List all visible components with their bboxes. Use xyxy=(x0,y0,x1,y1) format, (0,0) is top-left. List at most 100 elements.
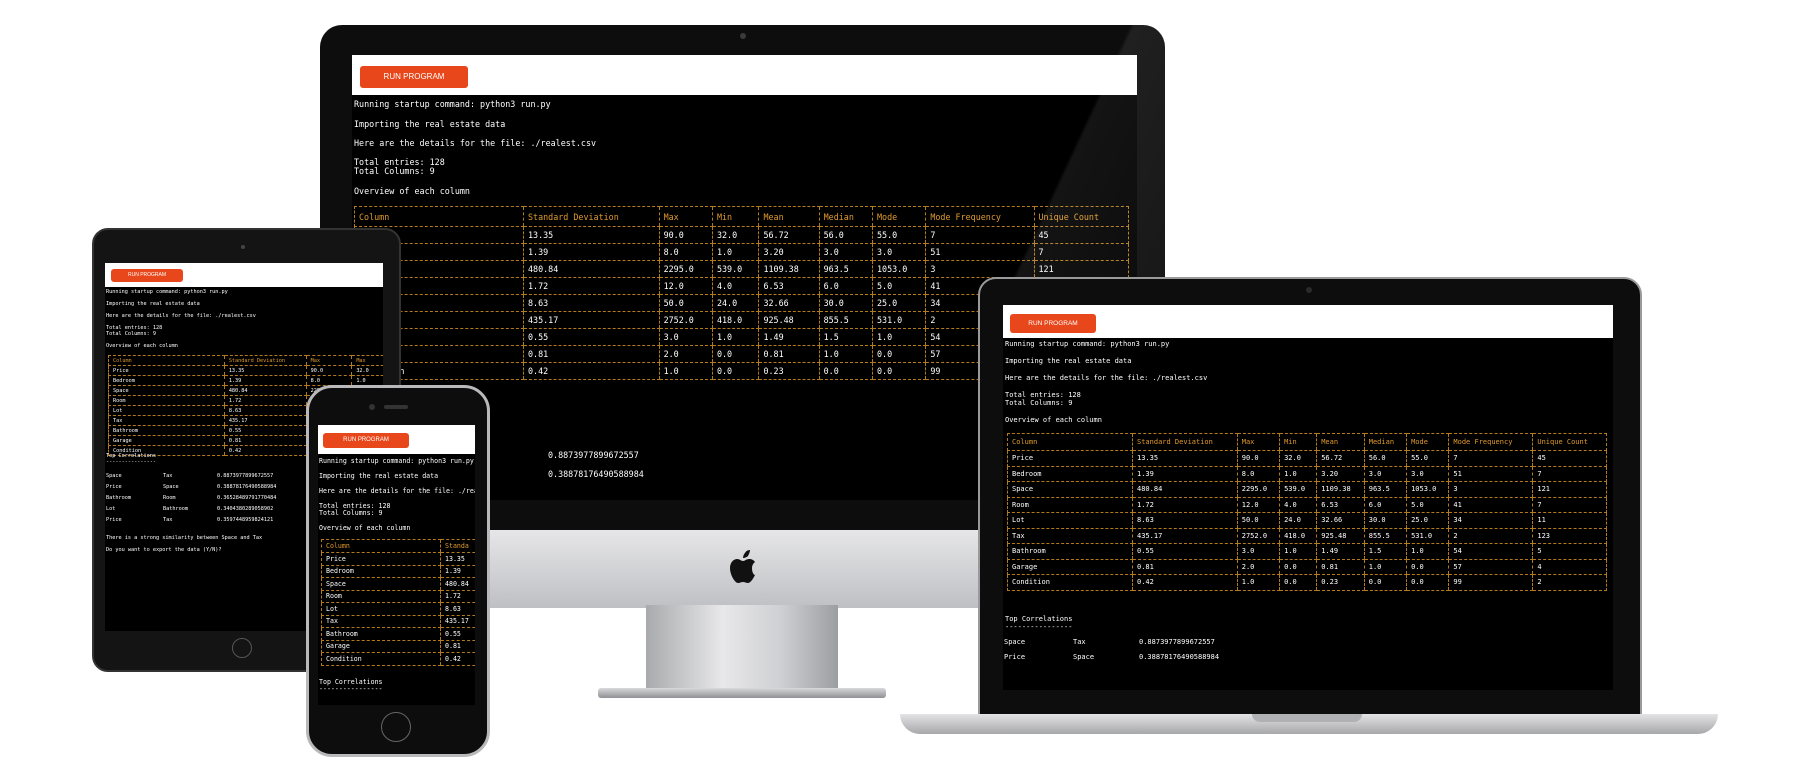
value-cell: 0.42 xyxy=(1132,574,1238,591)
run-program-button[interactable]: RUN PROGRAM xyxy=(360,66,468,88)
run-program-button[interactable]: RUN PROGRAM xyxy=(111,269,183,282)
value-cell: 99 xyxy=(1448,574,1533,591)
value-cell: 2295.0 xyxy=(658,260,713,278)
value-cell: 123 xyxy=(1532,528,1607,544)
row-label-cell: Price xyxy=(1007,450,1133,467)
value-cell: 4.0 xyxy=(1279,497,1317,513)
imac-foot xyxy=(598,688,886,698)
value-cell: 531.0 xyxy=(1406,528,1449,544)
table-row: Lot8.6350.024.032.6630.025.03411 xyxy=(1007,512,1607,529)
iphone-home-button xyxy=(381,712,411,742)
table-row: Price 13.35 xyxy=(321,552,475,566)
value-cell: 1.0 xyxy=(1279,543,1317,560)
terminal-line: Overview of each column xyxy=(354,186,470,196)
terminal-line: Importing the real estate data xyxy=(106,301,200,307)
value-cell: 0.23 xyxy=(1316,574,1365,591)
value-cell: 1.5 xyxy=(818,328,873,346)
row-label-cell: Bathroom xyxy=(1007,543,1133,560)
value-cell: 3.20 xyxy=(1316,466,1365,482)
value-cell: 480.84 xyxy=(1132,481,1238,498)
terminal-line: Total Columns: 9 xyxy=(1005,399,1073,407)
iphone-speaker xyxy=(384,405,408,409)
value-cell: 34 xyxy=(1448,512,1533,529)
value-cell: 32.66 xyxy=(758,294,820,312)
table-header-row: Column Standard Deviation Max Min Mean M… xyxy=(1007,433,1607,451)
row-label-cell: Garage xyxy=(321,640,441,653)
terminal[interactable]: Running startup command: python3 run.py … xyxy=(1003,338,1613,690)
value-cell: 90.0 xyxy=(1236,450,1280,467)
row-label-cell: Space xyxy=(108,385,225,396)
value-cell: 1.0 xyxy=(1363,559,1407,575)
row-label-cell: Space xyxy=(1007,481,1133,498)
value-cell: 13.35 xyxy=(523,226,660,244)
terminal-line: Running startup command: python3 run.py xyxy=(106,289,228,295)
value-cell: 8.0 xyxy=(305,375,352,386)
run-program-button[interactable]: RUN PROGRAM xyxy=(1010,314,1096,333)
correlation-column: Price xyxy=(106,517,122,523)
value-cell: 1.39 xyxy=(523,243,660,261)
value-cell: 32.0 xyxy=(351,365,383,376)
value-cell: 12.0 xyxy=(658,277,713,295)
value-cell: 1109.38 xyxy=(1316,481,1365,498)
value-cell: 57 xyxy=(1448,559,1533,575)
value-cell: 6.53 xyxy=(758,277,820,295)
value-cell: 8.63 xyxy=(440,602,475,616)
header-cell: Mean xyxy=(1316,433,1365,451)
value-cell: 1.72 xyxy=(440,590,475,603)
correlation-value: 0.8873977899672557 xyxy=(1139,638,1215,646)
value-cell: 1.39 xyxy=(440,565,475,578)
value-cell: 0.0 xyxy=(871,345,926,363)
value-cell: 963.5 xyxy=(1363,481,1407,498)
value-cell: 56.0 xyxy=(1363,450,1407,467)
row-label-cell: Space xyxy=(321,577,441,591)
terminal-line: Overview of each column xyxy=(319,524,411,532)
iphone-screen: RUN PROGRAM Running startup command: pyt… xyxy=(318,425,475,705)
correlation-value: 0.3597448959824121 xyxy=(217,517,274,523)
header-cell: Max xyxy=(658,206,713,227)
value-cell: 418.0 xyxy=(1279,528,1317,544)
value-cell: 2 xyxy=(1532,574,1607,591)
value-cell: 435.17 xyxy=(1132,528,1238,544)
value-cell: 51 xyxy=(1448,466,1533,482)
terminal[interactable]: Running startup command: python3 run.py … xyxy=(318,454,475,705)
value-cell: 539.0 xyxy=(711,260,759,278)
correlation-column: Room xyxy=(163,495,176,501)
header-cell: Max xyxy=(1236,433,1280,451)
value-cell: 0.0 xyxy=(1406,574,1449,591)
value-cell: 3.0 xyxy=(871,243,926,261)
value-cell: 963.5 xyxy=(818,260,873,278)
value-cell: 30.0 xyxy=(818,294,873,312)
terminal-line: Running startup command: python3 run.py xyxy=(354,99,551,109)
value-cell: 4 xyxy=(1532,559,1607,575)
value-cell: 1.49 xyxy=(758,328,820,346)
value-cell: 0.42 xyxy=(440,652,475,666)
value-cell: 4.0 xyxy=(711,277,759,295)
run-program-button[interactable]: RUN PROGRAM xyxy=(323,433,409,448)
row-label-cell: Condition xyxy=(321,652,441,666)
row-label-cell: Bedroom xyxy=(108,375,225,386)
table-row: Tax435.172752.0418.0925.48855.5531.02123 xyxy=(1007,528,1607,544)
terminal-line: Here are the details for the file: ./rea… xyxy=(319,487,475,495)
value-cell: 2295.0 xyxy=(1236,481,1280,498)
value-cell: 121 xyxy=(1532,481,1607,498)
header-cell: Max xyxy=(351,355,383,366)
value-cell: 0.55 xyxy=(440,627,475,641)
value-cell: 8.0 xyxy=(658,243,713,261)
value-cell: 1.0 xyxy=(818,345,873,363)
value-cell: 0.0 xyxy=(1279,559,1317,575)
header-cell: Mode xyxy=(871,206,926,227)
value-cell: 11 xyxy=(1532,512,1607,529)
ipad-camera xyxy=(241,245,245,249)
terminal-line: Total entries: 128 xyxy=(1005,391,1081,399)
correlation-value: 0.38878176490588984 xyxy=(217,484,277,490)
value-cell: 0.81 xyxy=(440,640,475,653)
overview-table: Column Standard Deviation Max Min Mean M… xyxy=(1007,433,1607,591)
value-cell: 0.0 xyxy=(711,362,759,380)
value-cell: 45 xyxy=(1532,450,1607,467)
value-cell: 1053.0 xyxy=(871,260,926,278)
table-row: Bathroom0.553.01.01.491.51.0545 xyxy=(1007,543,1607,560)
terminal-line: Here are the details for the file: ./rea… xyxy=(106,313,256,319)
header-cell: Column xyxy=(354,206,524,227)
header-cell: Max xyxy=(305,355,352,366)
correlation-column: Space xyxy=(106,473,122,479)
